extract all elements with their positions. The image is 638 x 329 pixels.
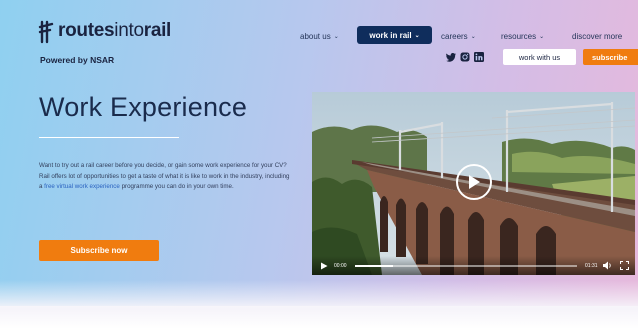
work-with-us-button[interactable]: work with us	[503, 49, 576, 65]
play-icon	[469, 175, 480, 189]
nav-item-about-us[interactable]: about us ⌄	[300, 30, 339, 42]
site-logo[interactable]: routesintorail Powered by NSAR	[38, 18, 188, 66]
nav-item-careers[interactable]: careers ⌄	[441, 30, 476, 42]
nav-label: careers	[441, 31, 468, 41]
nav-label: discover more	[572, 31, 623, 41]
instagram-icon[interactable]	[460, 52, 470, 62]
logo-mark-icon	[38, 20, 54, 44]
title-divider	[39, 137, 179, 138]
fullscreen-icon[interactable]	[620, 261, 629, 270]
chevron-down-icon: ⌄	[539, 33, 545, 40]
twitter-icon[interactable]	[446, 52, 456, 62]
hero-description: Want to try out a rail career before you…	[39, 162, 290, 191]
nav-label: work in rail	[369, 30, 412, 40]
control-play-icon[interactable]	[320, 262, 328, 270]
chevron-down-icon: ⌄	[470, 33, 476, 40]
nav-label: resources	[501, 31, 537, 41]
duration: 01:31	[585, 263, 598, 269]
logo-tagline: Powered by NSAR	[40, 55, 115, 65]
nav-item-discover-more[interactable]: discover more	[572, 30, 622, 42]
progress-played	[355, 265, 393, 267]
free-virtual-work-experience-link[interactable]: free virtual work experience	[44, 183, 120, 190]
nav-item-resources[interactable]: resources ⌄	[501, 30, 544, 42]
current-time: 00:00	[334, 263, 347, 269]
nav-label: about us	[300, 31, 331, 41]
play-button[interactable]	[456, 164, 492, 200]
volume-icon[interactable]	[603, 261, 613, 270]
linkedin-icon[interactable]	[474, 52, 484, 62]
hero-bottom-fade	[0, 280, 638, 329]
subscribe-now-button[interactable]: Subscribe now	[39, 240, 159, 261]
page-title: Work Experience	[39, 92, 248, 122]
chevron-down-icon: ⌄	[333, 33, 339, 40]
subscribe-button[interactable]: subscribe	[583, 49, 638, 65]
chevron-down-icon: ⌄	[414, 32, 420, 39]
nav-item-work-in-rail[interactable]: work in rail ⌄	[357, 26, 432, 44]
logo-wordmark: routesintorail	[58, 20, 172, 41]
